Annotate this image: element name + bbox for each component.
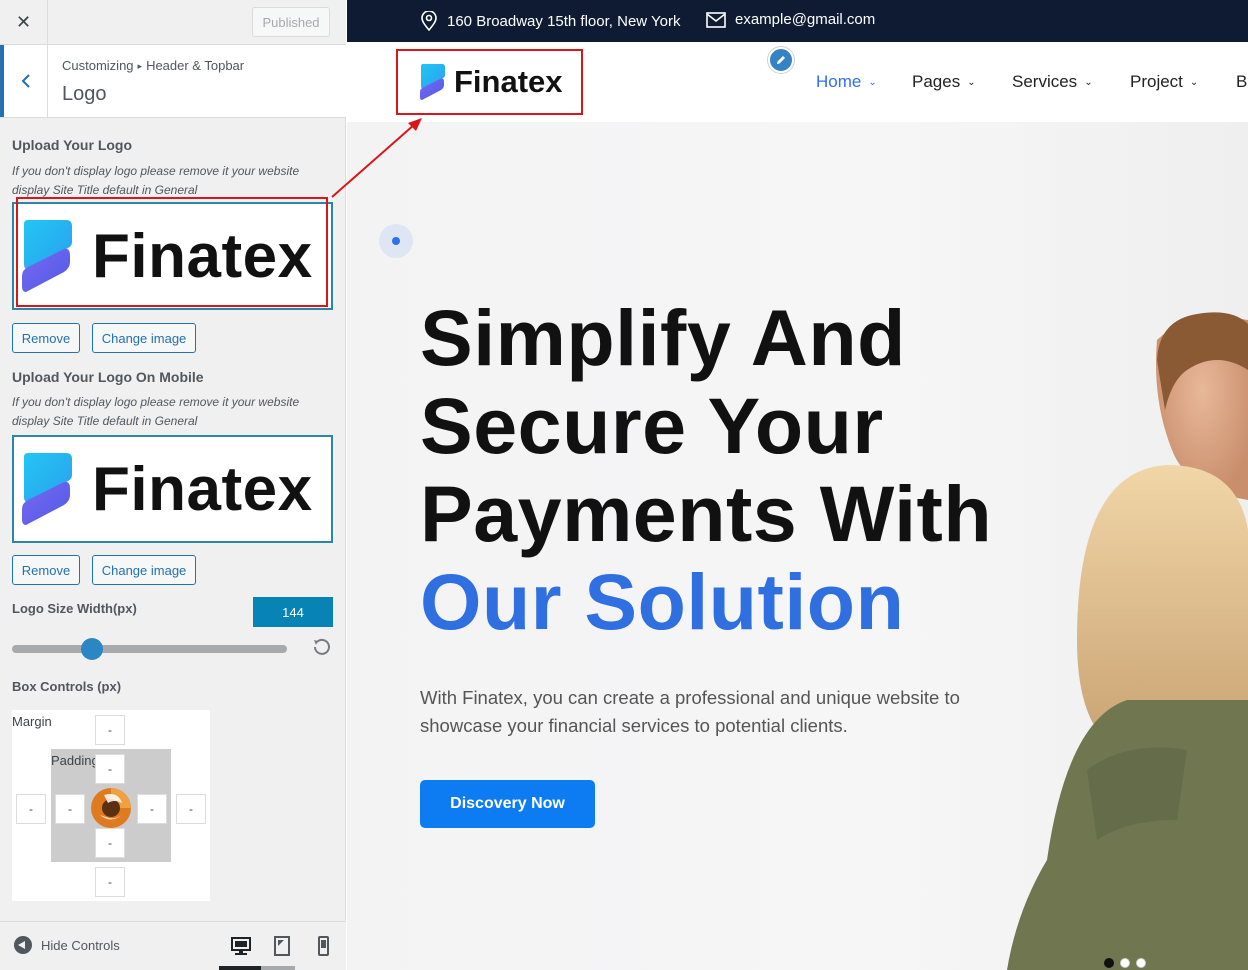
topbar-email[interactable]: example@gmail.com bbox=[706, 11, 875, 28]
chevron-down-icon: ⌄ bbox=[967, 76, 976, 88]
chevron-down-icon: ⌄ bbox=[1189, 76, 1199, 88]
customizer-sidebar: ✕ Published Customizing ▸ Header & Topbar … bbox=[0, 0, 346, 970]
logo-width-slider-thumb[interactable] bbox=[80, 638, 103, 660]
logo-preview-text: Finatex bbox=[92, 221, 313, 291]
hero-description: With Finatex, you can create a professio… bbox=[420, 687, 960, 736]
mobile-logo-label: Upload Your Logo On Mobile bbox=[12, 369, 204, 385]
nav-home[interactable]: Home ⌄ bbox=[816, 72, 877, 92]
slider-dot[interactable] bbox=[1104, 958, 1114, 968]
margin-label: Margin bbox=[12, 714, 52, 729]
nav-label: Pages bbox=[912, 72, 961, 91]
nav-services[interactable]: Services ⌄ bbox=[1012, 72, 1093, 92]
site-logo[interactable]: Finatex bbox=[420, 62, 563, 102]
finatex-mark-icon bbox=[22, 453, 72, 525]
box-model-logo-icon bbox=[91, 788, 131, 828]
section-title: Logo bbox=[62, 83, 107, 105]
close-icon[interactable]: ✕ bbox=[0, 0, 48, 44]
topbar-address-text: 160 Broadway 15th floor, New York bbox=[447, 12, 681, 30]
logo-label: Upload Your Logo bbox=[12, 137, 133, 153]
desktop-icon[interactable] bbox=[229, 934, 253, 958]
finatex-mark-icon bbox=[22, 220, 72, 292]
chevron-down-icon: ⌄ bbox=[868, 76, 877, 88]
margin-bottom-input[interactable]: - bbox=[95, 867, 125, 897]
breadcrumb: Customizing ▸ Header & Topbar bbox=[62, 58, 244, 73]
site-logo-text: Finatex bbox=[454, 64, 563, 99]
device-indicator bbox=[261, 966, 295, 970]
hero-title: Simplify And Secure Your Payments With O… bbox=[420, 294, 1060, 646]
slider-pagination bbox=[1104, 958, 1146, 968]
logo-width-slider[interactable] bbox=[12, 645, 287, 653]
margin-left-input[interactable]: - bbox=[16, 794, 46, 824]
topbar-email-text: example@gmail.com bbox=[735, 11, 876, 28]
margin-right-input[interactable]: - bbox=[176, 794, 206, 824]
mobile-logo-description: If you don't display logo please remove … bbox=[12, 395, 300, 428]
nav-label: Bl bbox=[1236, 72, 1248, 91]
section-header: Customizing ▸ Header & Topbar Logo bbox=[0, 45, 346, 118]
customizer-topbar: ✕ Published bbox=[0, 0, 346, 45]
customizer-footer: Hide Controls bbox=[0, 921, 346, 970]
back-chevron-icon[interactable] bbox=[0, 45, 48, 117]
envelope-icon bbox=[706, 11, 726, 28]
change-logo-button[interactable]: Change image bbox=[92, 323, 196, 353]
collapse-arrow-icon bbox=[14, 936, 32, 954]
hide-controls-label: Hide Controls bbox=[41, 937, 120, 953]
location-pin-icon bbox=[421, 11, 437, 31]
logo-description: If you don't display logo please remove … bbox=[12, 164, 300, 197]
remove-mobile-logo-button[interactable]: Remove bbox=[12, 555, 80, 585]
edit-shortcut-dot-icon[interactable] bbox=[379, 224, 413, 258]
hero-title-line: Simplify And bbox=[420, 293, 906, 382]
padding-label: Padding bbox=[51, 753, 99, 768]
reset-icon[interactable] bbox=[312, 637, 332, 657]
logo-width-label: Logo Size Width(px) bbox=[12, 601, 137, 616]
hero-title-line: Secure Your bbox=[420, 381, 884, 470]
topbar-address: 160 Broadway 15th floor, New York bbox=[420, 11, 680, 31]
nav-blog[interactable]: Bl bbox=[1236, 72, 1248, 92]
mobile-logo-preview-text: Finatex bbox=[92, 454, 313, 524]
mobile-logo-preview[interactable]: Finatex bbox=[12, 435, 333, 543]
mobile-icon[interactable] bbox=[311, 934, 335, 958]
published-button[interactable]: Published bbox=[252, 7, 330, 37]
hero-title-line: Payments With bbox=[420, 469, 993, 558]
box-controls-label: Box Controls (px) bbox=[12, 679, 122, 694]
logo-width-input[interactable]: 144 bbox=[253, 597, 333, 627]
padding-bottom-input[interactable]: - bbox=[95, 828, 125, 858]
padding-left-input[interactable]: - bbox=[55, 794, 85, 824]
padding-right-input[interactable]: - bbox=[137, 794, 167, 824]
nav-pages[interactable]: Pages ⌄ bbox=[912, 72, 976, 92]
change-mobile-logo-button[interactable]: Change image bbox=[92, 555, 196, 585]
breadcrumb-separator-icon: ▸ bbox=[137, 61, 143, 71]
edit-shortcut-pencil-icon[interactable] bbox=[768, 47, 794, 73]
site-topbar: 160 Broadway 15th floor, New York exampl… bbox=[347, 0, 1248, 42]
chevron-down-icon: ⌄ bbox=[1084, 76, 1093, 88]
breadcrumb-root: Customizing bbox=[62, 58, 134, 73]
slider-dot[interactable] bbox=[1120, 958, 1130, 968]
tablet-icon[interactable] bbox=[270, 934, 294, 958]
logo-preview[interactable]: Finatex bbox=[12, 202, 333, 310]
device-active-indicator bbox=[219, 966, 261, 970]
nav-label: Home bbox=[816, 72, 862, 91]
hide-controls-button[interactable]: Hide Controls bbox=[14, 936, 120, 954]
nav-label: Project bbox=[1130, 72, 1183, 91]
breadcrumb-section: Header & Topbar bbox=[146, 58, 245, 73]
hero-title-highlight: Our Solution bbox=[420, 557, 905, 646]
hero-people-image bbox=[1007, 312, 1248, 970]
nav-project[interactable]: Project ⌄ bbox=[1130, 72, 1198, 92]
padding-top-input[interactable]: - bbox=[95, 754, 125, 784]
site-preview: 160 Broadway 15th floor, New York exampl… bbox=[347, 0, 1248, 970]
slider-dot[interactable] bbox=[1136, 958, 1146, 968]
site-header: Finatex Home ⌄ Pages ⌄ Services ⌄ Project ⌄ … bbox=[347, 42, 1248, 122]
margin-top-input[interactable]: - bbox=[95, 715, 125, 745]
nav-label: Services bbox=[1012, 72, 1078, 91]
remove-logo-button[interactable]: Remove bbox=[12, 323, 80, 353]
discovery-now-button[interactable]: Discovery Now bbox=[420, 780, 595, 828]
box-controls: Margin - - - - Padding - - - - bbox=[12, 710, 210, 901]
finatex-mark-icon bbox=[420, 64, 445, 100]
